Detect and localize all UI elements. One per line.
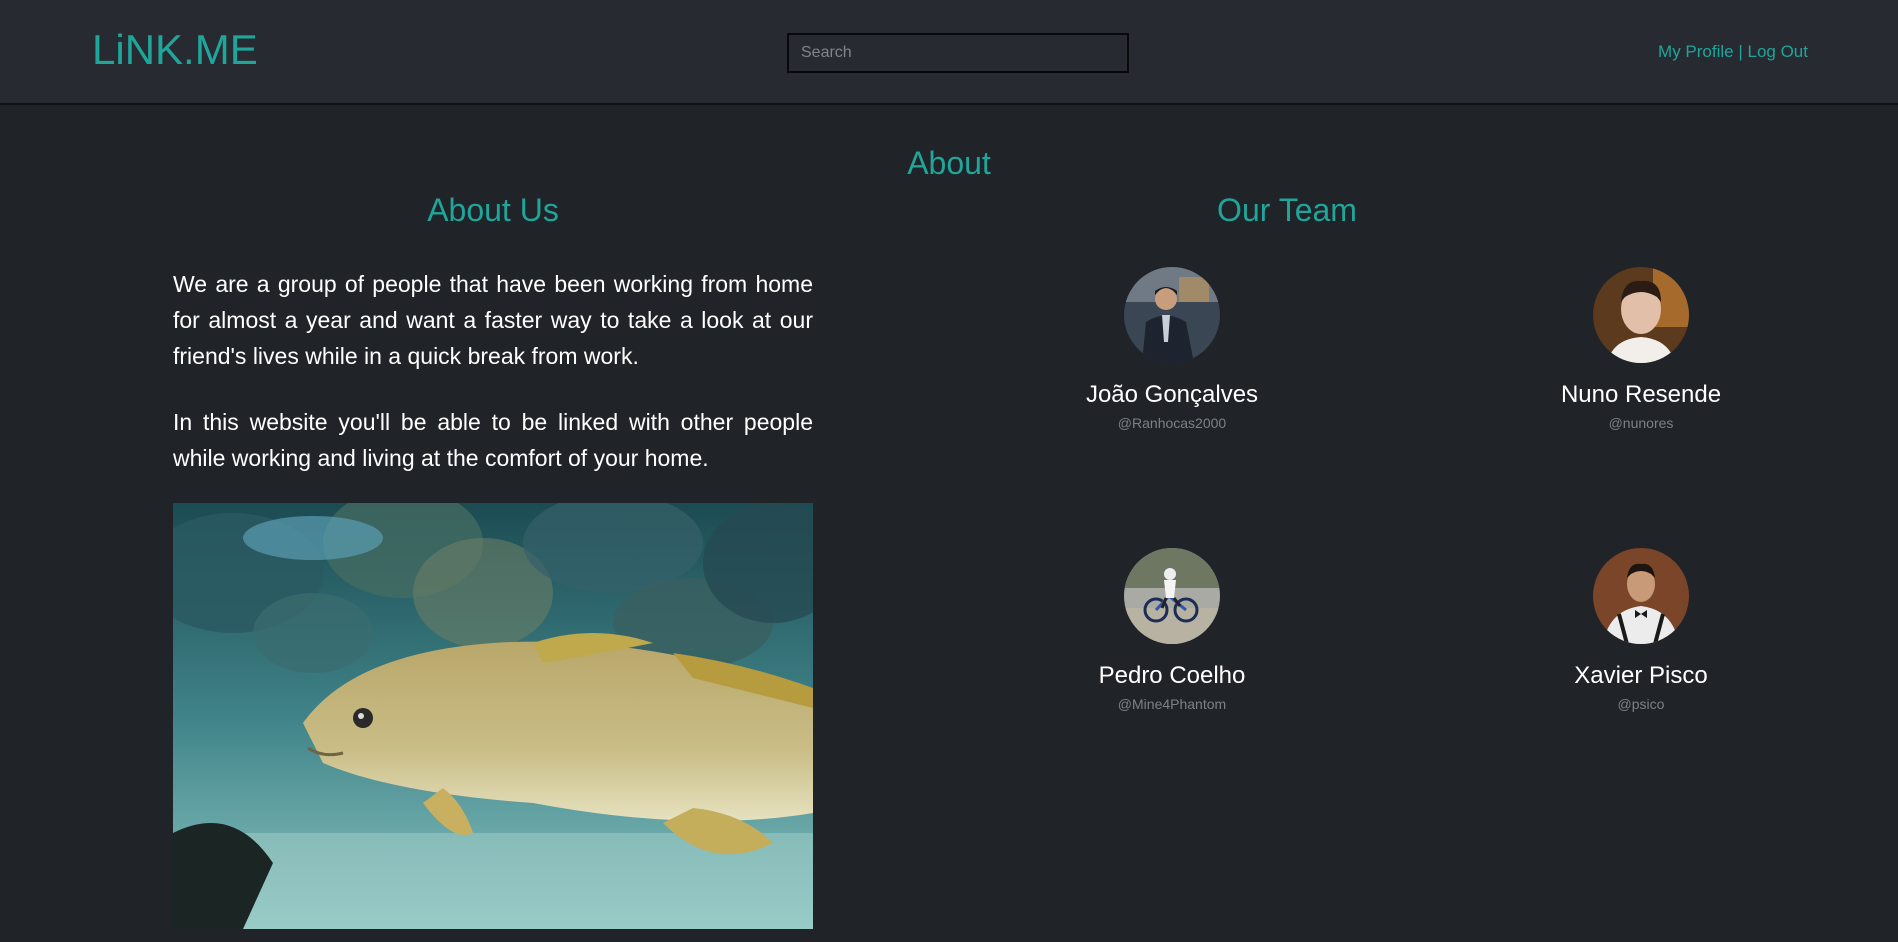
- avatar-nuno: [1593, 267, 1689, 363]
- navbar: LiNK.ME My Profile | Log Out: [0, 0, 1898, 105]
- team-member-joao[interactable]: João Gonçalves @Ranhocas2000: [1042, 267, 1302, 432]
- my-profile-link[interactable]: My Profile: [1658, 42, 1734, 61]
- about-us-heading: About Us: [427, 192, 559, 228]
- team-member-xavier[interactable]: Xavier Pisco @psico: [1511, 548, 1771, 713]
- member-handle: @Mine4Phantom: [1117, 696, 1227, 712]
- member-name: Nuno Resende: [1560, 381, 1722, 408]
- our-team-heading: Our Team: [1217, 192, 1357, 228]
- team-member-pedro[interactable]: Pedro Coelho @Mine4Phantom: [1042, 548, 1302, 713]
- member-handle: @psico: [1617, 696, 1665, 712]
- about-us-section: About Us We are a group of people that h…: [173, 188, 813, 929]
- fish-photo: [173, 503, 813, 929]
- site-logo[interactable]: LiNK.ME: [92, 24, 258, 76]
- about-paragraph-2: In this website you'll be able to be lin…: [173, 409, 813, 471]
- member-name: João Gonçalves: [1085, 381, 1259, 408]
- member-name: Pedro Coelho: [1098, 662, 1246, 689]
- member-handle: @Ranhocas2000: [1117, 415, 1227, 431]
- search-input[interactable]: [787, 33, 1129, 73]
- avatar-pedro: [1124, 548, 1220, 644]
- team-member-nuno[interactable]: Nuno Resende @nunores: [1511, 267, 1771, 432]
- about-paragraph-1: We are a group of people that have been …: [173, 271, 813, 369]
- user-nav: My Profile | Log Out: [1658, 42, 1808, 62]
- avatar-xavier: [1593, 548, 1689, 644]
- member-handle: @nunores: [1608, 415, 1674, 431]
- member-name: Xavier Pisco: [1574, 662, 1708, 689]
- avatar-joao: [1124, 267, 1220, 363]
- nav-separator: |: [1733, 42, 1748, 61]
- page-title: About: [907, 145, 991, 181]
- log-out-link[interactable]: Log Out: [1748, 42, 1809, 61]
